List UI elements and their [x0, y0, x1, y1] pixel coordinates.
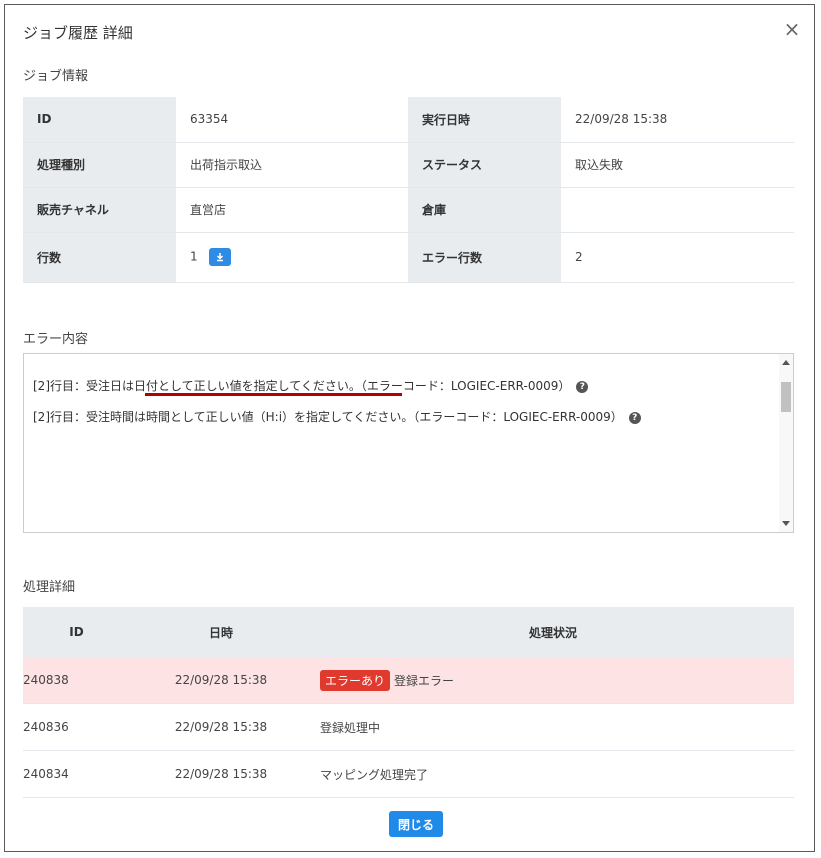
info-label: 処理種別 — [23, 142, 176, 188]
scroll-down-icon[interactable] — [782, 521, 790, 526]
error-scrollbar[interactable] — [779, 354, 793, 532]
error-line: [2]行目：受注時間は時間として正しい値（H:i）を指定してください。（エラーコ… — [33, 408, 641, 425]
error-line: [2]行目：受注日は日付として正しい値を指定してください。（エラーコード：LOG… — [33, 377, 589, 394]
info-label: 販売チャネル — [23, 187, 176, 233]
download-icon — [217, 253, 224, 262]
job-info-row: 販売チャネル 直営店 倉庫 — [23, 187, 794, 233]
row-datetime: 22/09/28 15:38 — [130, 750, 312, 798]
table-row: 240838 22/09/28 15:38 エラーあり 登録エラー — [23, 657, 794, 704]
info-label: 倉庫 — [408, 187, 561, 233]
help-icon[interactable]: ? — [628, 411, 641, 424]
row-status: 登録処理中 — [312, 703, 794, 751]
info-value: 取込失敗 — [561, 142, 794, 188]
line-count: 1 — [190, 249, 198, 264]
job-info-row: 処理種別 出荷指示取込 ステータス 取込失敗 — [23, 142, 794, 188]
info-label: 実行日時 — [408, 97, 561, 143]
scroll-up-icon[interactable] — [782, 360, 790, 365]
col-header-id: ID — [23, 607, 130, 657]
process-detail-table: ID 日時 処理状況 240838 22/09/28 15:38 エラーあり 登録… — [23, 607, 794, 798]
info-value: 直営店 — [176, 187, 408, 233]
process-detail-title: 処理詳細 — [23, 580, 76, 595]
row-id: 240834 — [23, 750, 130, 798]
job-info-title: ジョブ情報 — [23, 69, 89, 84]
table-row: 240836 22/09/28 15:38 登録処理中 — [23, 703, 794, 751]
row-id: 240836 — [23, 703, 130, 751]
info-value — [561, 187, 794, 233]
error-text: [2]行目：受注時間は時間として正しい値（H:i）を指定してください。（エラーコ… — [33, 410, 623, 424]
info-label: ID — [23, 97, 176, 143]
table-row: 240834 22/09/28 15:38 マッピング処理完了 — [23, 750, 794, 798]
row-status: マッピング処理完了 — [312, 750, 794, 798]
download-button[interactable] — [209, 248, 232, 266]
row-datetime: 22/09/28 15:38 — [130, 657, 312, 704]
col-header-status: 処理状況 — [312, 607, 794, 657]
job-history-detail-modal: ジョブ履歴 詳細 × ジョブ情報 ID 63354 実行日時 22/09/28 … — [4, 4, 815, 852]
row-status-text: 登録エラー — [394, 673, 455, 688]
row-id-text: 240838 — [23, 673, 69, 687]
close-icon[interactable]: × — [782, 19, 802, 39]
info-label: 行数 — [23, 232, 176, 283]
error-highlight-underline — [145, 393, 402, 396]
scroll-thumb[interactable] — [781, 382, 791, 412]
info-value: 63354 — [176, 97, 408, 143]
help-icon[interactable]: ? — [576, 380, 589, 393]
info-value: 2 — [561, 232, 794, 283]
job-info-row: 行数 1 エラー行数 2 — [23, 232, 794, 283]
info-label: ステータス — [408, 142, 561, 188]
modal-title: ジョブ履歴 詳細 — [23, 24, 133, 42]
error-badge: エラーあり — [320, 669, 391, 691]
error-content-box[interactable]: [2]行目：受注日は日付として正しい値を指定してください。（エラーコード：LOG… — [23, 353, 794, 533]
error-content-title: エラー内容 — [23, 332, 89, 347]
info-value: 22/09/28 15:38 — [561, 97, 794, 143]
info-label: エラー行数 — [408, 232, 561, 283]
job-info-row: ID 63354 実行日時 22/09/28 15:38 — [23, 97, 794, 143]
info-value: 出荷指示取込 — [176, 142, 408, 188]
row-status: エラーあり 登録エラー — [312, 657, 794, 704]
error-text: [2]行目：受注日は日付として正しい値を指定してください。（エラーコード：LOG… — [33, 379, 571, 393]
job-info-table: ID 63354 実行日時 22/09/28 15:38 処理種別 出荷指示取込… — [23, 97, 794, 283]
row-id: 240838 — [23, 657, 130, 704]
col-header-datetime: 日時 — [130, 607, 312, 657]
row-datetime: 22/09/28 15:38 — [130, 703, 312, 751]
close-button[interactable]: 閉じる — [389, 811, 443, 837]
table-header-row: ID 日時 処理状況 — [23, 607, 794, 657]
info-value-line-count: 1 — [176, 232, 408, 283]
